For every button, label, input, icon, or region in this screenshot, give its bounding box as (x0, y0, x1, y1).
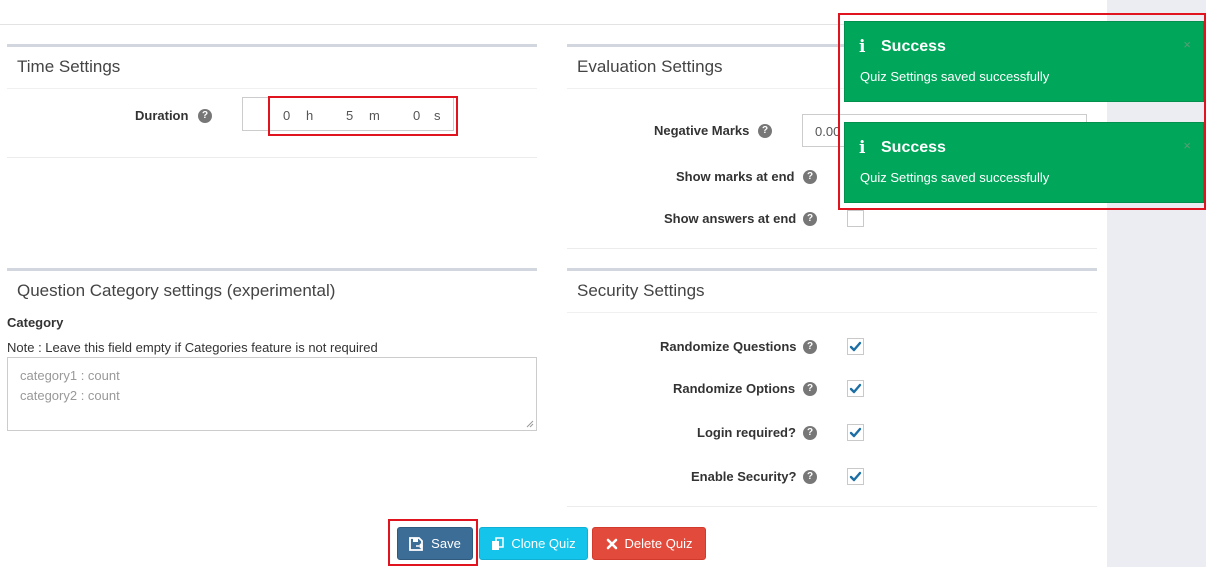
randomize-questions-help-icon[interactable]: ? (803, 340, 817, 354)
category-placeholder-line1: category1 : count (20, 368, 120, 383)
login-required-help-icon[interactable]: ? (803, 426, 817, 440)
delete-icon (606, 538, 617, 549)
category-settings-box: Question Category settings (experimental… (7, 268, 537, 312)
category-textarea[interactable]: category1 : count category2 : count (7, 357, 537, 431)
show-answers-label: Show answers at end (664, 211, 797, 226)
toast-highlight-box (838, 13, 1206, 210)
check-icon (849, 471, 862, 482)
clone-icon (492, 536, 505, 550)
security-settings-title: Security Settings (577, 281, 705, 300)
login-required-checkbox[interactable] (847, 424, 864, 441)
box-divider (7, 88, 537, 89)
negative-marks-value: 0.00 (815, 124, 841, 139)
delete-quiz-label: Delete Quiz (624, 536, 693, 551)
show-answers-checkbox[interactable] (847, 210, 864, 227)
login-required-label: Login required? (697, 425, 796, 440)
category-label: Category (7, 315, 64, 330)
box-bottom-border (7, 157, 537, 158)
randomize-options-help-icon[interactable]: ? (803, 382, 817, 396)
box-bottom-border (567, 248, 1097, 249)
duration-help-icon[interactable]: ? (198, 109, 212, 123)
negative-marks-label: Negative Marks (654, 123, 750, 138)
randomize-questions-label: Randomize Questions (660, 339, 797, 354)
category-note: Note : Leave this field empty if Categor… (7, 340, 378, 355)
check-icon (849, 383, 862, 394)
clone-quiz-button[interactable]: Clone Quiz (479, 527, 588, 560)
enable-security-help-icon[interactable]: ? (803, 470, 817, 484)
enable-security-label: Enable Security? (691, 469, 797, 484)
clone-quiz-label: Clone Quiz (511, 536, 576, 551)
security-settings-box: Security Settings (567, 268, 1097, 507)
resize-grip-icon[interactable] (526, 420, 534, 428)
enable-security-checkbox[interactable] (847, 468, 864, 485)
negative-marks-help-icon[interactable]: ? (758, 124, 772, 138)
category-placeholder-line2: category2 : count (20, 388, 120, 403)
category-settings-title: Question Category settings (experimental… (17, 281, 336, 300)
box-divider (567, 312, 1097, 313)
randomize-options-checkbox[interactable] (847, 380, 864, 397)
evaluation-settings-title: Evaluation Settings (577, 57, 723, 76)
show-answers-help-icon[interactable]: ? (803, 212, 817, 226)
time-settings-title: Time Settings (17, 57, 121, 76)
show-marks-help-icon[interactable]: ? (803, 170, 817, 184)
duration-highlight-box (268, 96, 458, 136)
duration-label: Duration (135, 108, 189, 123)
delete-quiz-button[interactable]: Delete Quiz (592, 527, 706, 560)
show-marks-label: Show marks at end (676, 169, 795, 184)
check-icon (849, 341, 862, 352)
randomize-options-label: Randomize Options (673, 381, 796, 396)
save-highlight-box (388, 519, 478, 566)
randomize-questions-checkbox[interactable] (847, 338, 864, 355)
check-icon (849, 427, 862, 438)
box-bottom-border (567, 506, 1097, 507)
